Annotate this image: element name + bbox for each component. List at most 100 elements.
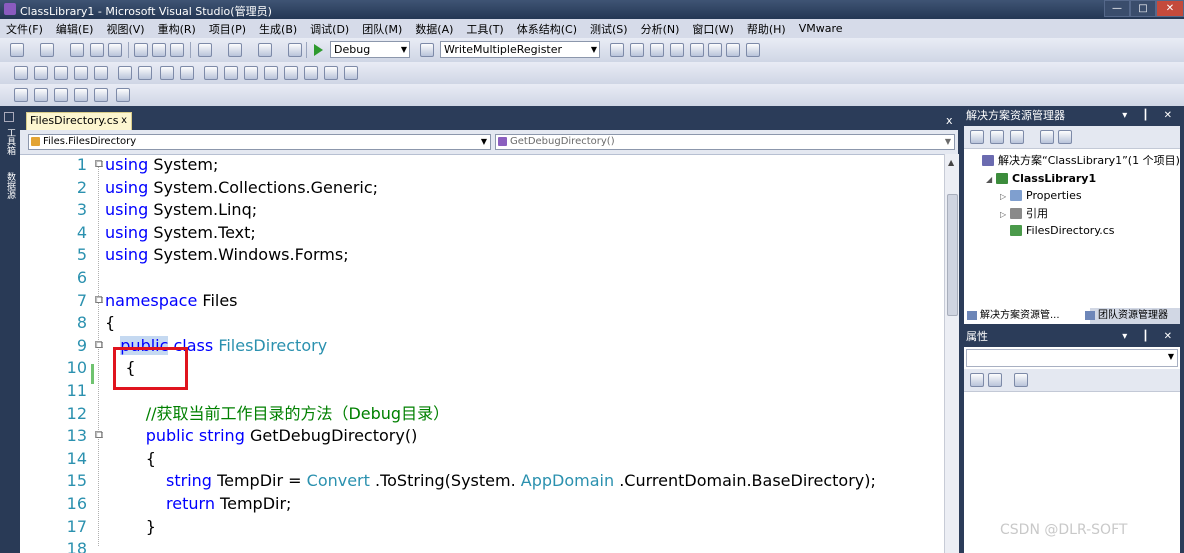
solution-explorer-icon[interactable] — [630, 43, 644, 57]
object-selector-dropdown[interactable]: ▼ — [966, 349, 1178, 367]
previous-bookmark-icon[interactable] — [224, 66, 238, 80]
menu-item[interactable]: 视图(V) — [100, 21, 151, 37]
menu-item[interactable]: 生成(B) — [253, 21, 304, 37]
tab-team-explorer[interactable]: 团队资源管理器 — [1082, 308, 1184, 324]
redo-icon[interactable] — [228, 43, 242, 57]
tab-close-icon[interactable]: x — [121, 113, 127, 129]
refresh-icon[interactable] — [1010, 130, 1024, 144]
code-line[interactable]: 7 □ namespace Files — [20, 290, 944, 312]
paste-icon[interactable] — [170, 43, 184, 57]
bookmark-icon[interactable] — [180, 66, 194, 80]
toolbox-tab[interactable]: 工具箱 — [2, 128, 17, 155]
code-line[interactable]: 2 using System.Collections.Generic; — [20, 177, 944, 199]
show-all-files-icon[interactable] — [990, 130, 1004, 144]
save-icon[interactable] — [90, 43, 104, 57]
menu-item[interactable]: 文件(F) — [0, 21, 50, 37]
next-bookmark-folder-icon[interactable] — [284, 66, 298, 80]
datasource-tab[interactable]: 数据源 — [2, 172, 17, 199]
complete-word-icon[interactable] — [74, 66, 88, 80]
panel-controls[interactable]: ▾ ┃ ✕ — [1122, 106, 1178, 126]
scroll-up-icon[interactable]: ▲ — [948, 158, 954, 167]
property-pages-icon[interactable] — [1014, 373, 1028, 387]
quick-info-icon[interactable] — [54, 66, 68, 80]
menu-item[interactable]: 窗口(W) — [686, 21, 740, 37]
increase-indent-icon[interactable] — [118, 66, 132, 80]
run-to-cursor-icon[interactable] — [74, 88, 88, 102]
expand-arrow-icon[interactable]: ▷ — [1000, 188, 1010, 205]
clear-bookmarks-icon[interactable] — [304, 66, 318, 80]
collapse-toggle-icon[interactable]: □ — [95, 431, 104, 439]
code-line[interactable]: 4 using System.Text; — [20, 222, 944, 244]
breakpoints-icon[interactable] — [94, 88, 108, 102]
menu-item[interactable]: 数据(A) — [409, 21, 460, 37]
tab-solution-explorer[interactable]: 解决方案资源管... — [964, 308, 1090, 324]
start-debugging-icon[interactable] — [314, 44, 323, 56]
view-code-icon[interactable] — [1058, 130, 1072, 144]
menu-item[interactable]: 项目(P) — [203, 21, 253, 37]
command-window-icon[interactable] — [746, 43, 760, 57]
code-line[interactable]: 14 { — [20, 448, 944, 470]
minimize-button[interactable]: — — [1104, 0, 1130, 17]
new-project-icon[interactable] — [10, 43, 24, 57]
tree-item[interactable]: FilesDirectory.cs — [1000, 222, 1115, 239]
code-area[interactable]: 1 □ using System; 2 using System.Collections… — [20, 154, 944, 553]
class-dropdown[interactable]: Files.FilesDirectory ▼ — [28, 134, 491, 150]
expand-arrow-icon[interactable]: ▷ — [1000, 206, 1010, 223]
uncomment-icon[interactable] — [160, 66, 174, 80]
view-class-diagram-icon[interactable] — [1040, 130, 1054, 144]
code-line[interactable]: 8{ — [20, 312, 944, 334]
maximize-button[interactable]: □ — [1130, 0, 1156, 17]
code-line[interactable]: 3 using System.Linq; — [20, 199, 944, 221]
start-page-icon[interactable] — [708, 43, 722, 57]
find-in-files-icon[interactable] — [420, 43, 434, 57]
step-over-icon[interactable] — [34, 88, 48, 102]
menu-item[interactable]: 重构(R) — [152, 21, 203, 37]
toggle-bookmark-icon[interactable] — [204, 66, 218, 80]
next-bookmark-icon[interactable] — [244, 66, 258, 80]
code-line[interactable]: 16 return TempDir; — [20, 493, 944, 515]
code-editor[interactable]: Files.FilesDirectory ▼ GetDebugDirectory… — [20, 130, 959, 553]
step-into-icon[interactable] — [14, 88, 28, 102]
menu-item[interactable]: 分析(N) — [635, 21, 687, 37]
decrease-indent-icon[interactable] — [94, 66, 108, 80]
close-button[interactable]: ✕ — [1156, 0, 1184, 17]
step-out-icon[interactable] — [54, 88, 68, 102]
menu-item[interactable]: 调试(D) — [304, 21, 356, 37]
properties-window-icon[interactable] — [650, 43, 664, 57]
cut-icon[interactable] — [134, 43, 148, 57]
code-line[interactable]: 17 } — [20, 516, 944, 538]
toolbar-options-icon[interactable] — [324, 66, 338, 80]
tree-item[interactable]: ▷ Properties — [1000, 187, 1082, 204]
code-line[interactable]: 6 — [20, 267, 944, 289]
extension-manager-icon[interactable] — [726, 43, 740, 57]
document-tab-filesdirectory[interactable]: FilesDirectory.cs x — [26, 112, 132, 130]
navigate-backward-icon[interactable] — [258, 43, 272, 57]
code-line[interactable]: 1 □ using System; — [20, 154, 944, 176]
categorized-icon[interactable] — [970, 373, 984, 387]
collapse-toggle-icon[interactable]: □ — [95, 295, 104, 303]
code-line[interactable]: 15 string TempDir = Convert .ToString(Sy… — [20, 470, 944, 492]
previous-bookmark-folder-icon[interactable] — [264, 66, 278, 80]
menu-item[interactable]: 测试(S) — [584, 21, 635, 37]
toolbox-pin-icon[interactable] — [4, 112, 14, 122]
menu-item[interactable]: 工具(T) — [460, 21, 510, 37]
add-item-icon[interactable] — [40, 43, 54, 57]
properties-icon[interactable] — [970, 130, 984, 144]
tree-item[interactable]: 解决方案“ClassLibrary1”(1 个项目) — [972, 152, 1180, 169]
tree-item[interactable]: ◢ ClassLibrary1 — [986, 170, 1096, 187]
collapse-toggle-icon[interactable]: □ — [95, 160, 104, 168]
menu-item[interactable]: 体系结构(C) — [511, 21, 584, 37]
save-all-icon[interactable] — [108, 43, 122, 57]
scrollbar-thumb[interactable] — [947, 194, 958, 316]
menu-item[interactable]: VMware — [793, 22, 850, 35]
configuration-dropdown[interactable]: Debug ▼ — [330, 41, 410, 58]
comment-icon[interactable] — [138, 66, 152, 80]
collapse-toggle-icon[interactable]: □ — [95, 340, 104, 348]
display-object-member-list-icon[interactable] — [14, 66, 28, 80]
menu-item[interactable]: 帮助(H) — [741, 21, 793, 37]
toolbar-overflow-icon[interactable] — [344, 66, 358, 80]
open-file-icon[interactable] — [70, 43, 84, 57]
menu-item[interactable]: 团队(M) — [356, 21, 409, 37]
member-dropdown[interactable]: GetDebugDirectory() ▼ — [495, 134, 955, 150]
alphabetical-sort-icon[interactable] — [988, 373, 1002, 387]
